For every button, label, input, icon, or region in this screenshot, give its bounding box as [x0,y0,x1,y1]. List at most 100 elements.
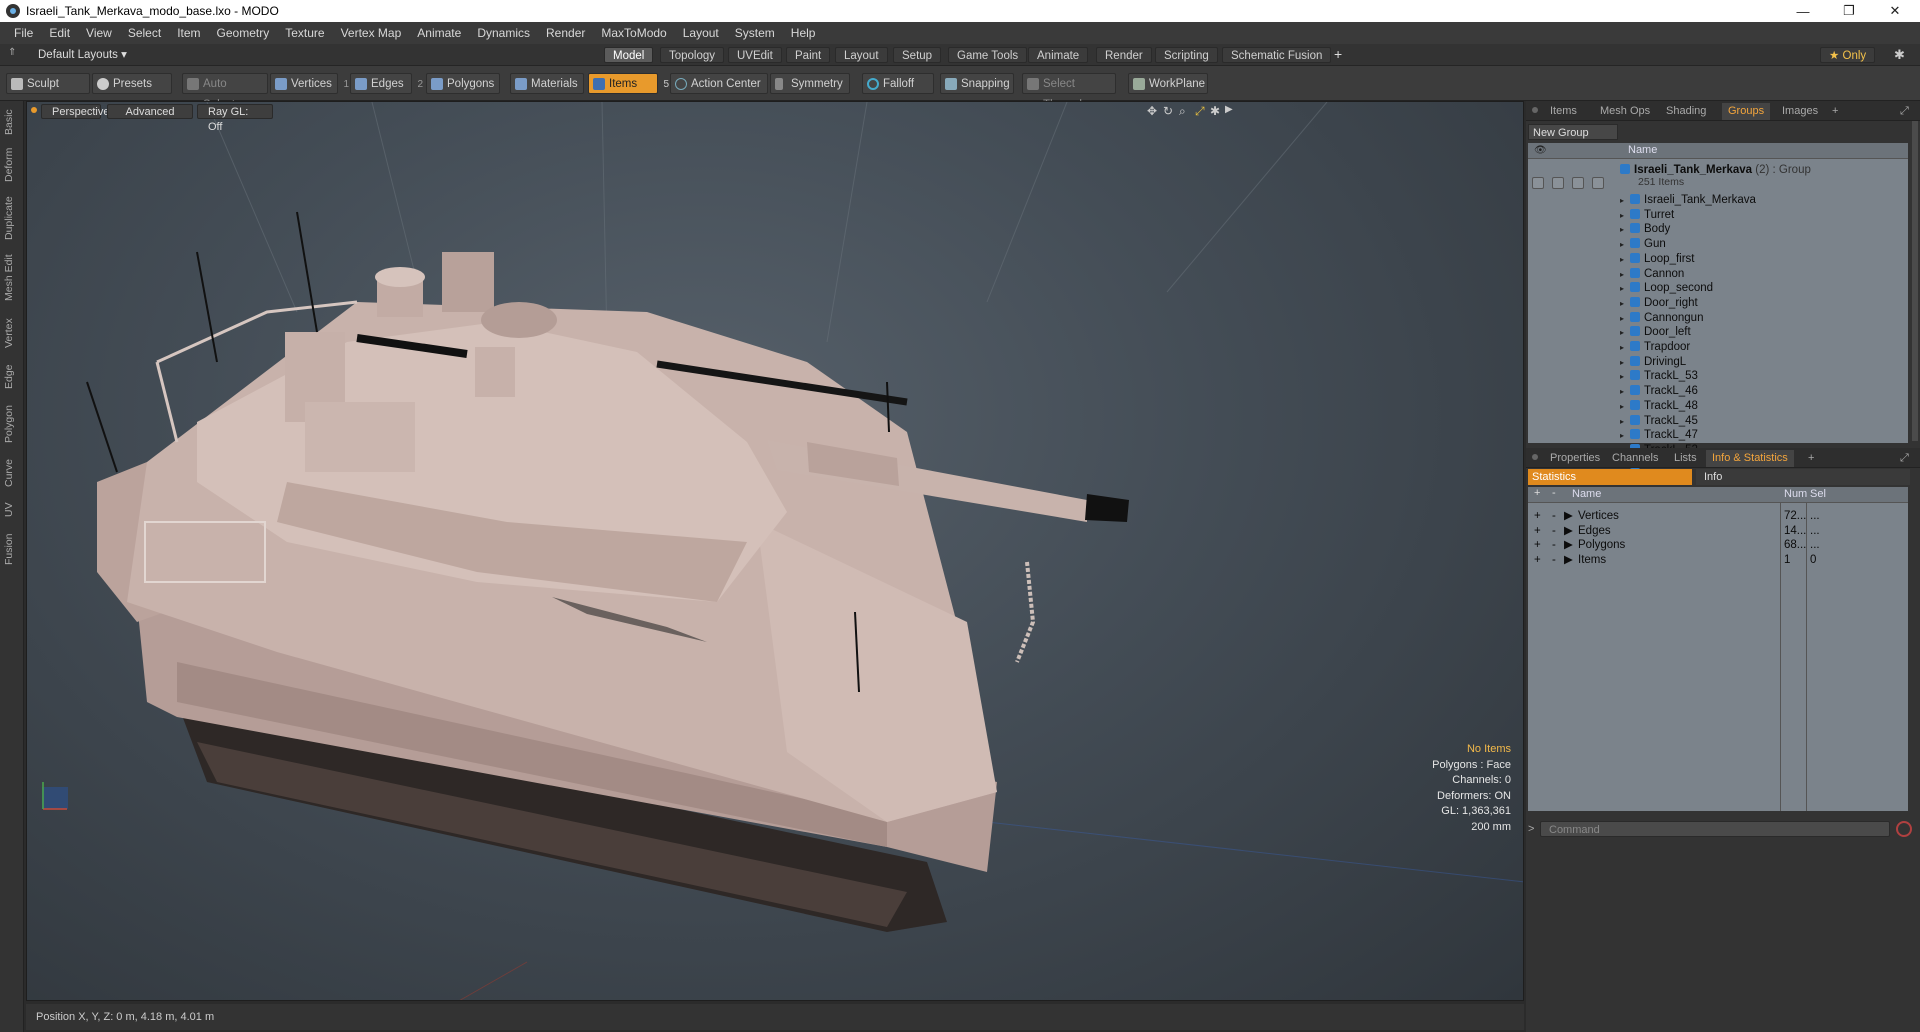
materials-button[interactable]: Materials [510,73,584,94]
statistics-tab[interactable]: Statistics [1528,469,1692,485]
symmetry-button[interactable]: Symmetry [770,73,850,94]
workplane-button[interactable]: WorkPlane [1128,73,1208,94]
group-select-toggle[interactable] [1592,177,1604,189]
collapse-all-icon[interactable]: - [1552,487,1556,499]
sculpt-button[interactable]: Sculpt [6,73,90,94]
add-info-tab-icon[interactable]: + [1802,450,1820,467]
snapping-button[interactable]: Snapping [940,73,1014,94]
pan-icon[interactable]: ✥ [1147,104,1157,118]
command-input[interactable]: Command [1540,821,1890,837]
new-group-button[interactable]: New Group [1528,124,1618,140]
vtab-deform[interactable]: Deform [3,145,21,185]
row-expand-icon[interactable]: + [1534,551,1541,569]
vtab-polygon[interactable]: Polygon [3,401,21,447]
tab-info-statistics[interactable]: Info & Statistics [1706,450,1794,467]
fit-icon[interactable]: ⤢ [1195,104,1205,119]
add-tab-icon[interactable]: + [1334,46,1342,62]
raygl-toggle[interactable]: Ray GL: Off [197,104,273,133]
statistics-list[interactable]: + - Name Num Sel + - ▶ Vertices 72...... + - ▶ E… [1528,487,1908,811]
vtab-edge[interactable]: Edge [3,361,21,393]
action-center-button[interactable]: Action Center [670,73,768,94]
vtab-uv[interactable]: UV [3,499,21,521]
minimize-icon[interactable]: — [1780,0,1826,22]
expand-all-icon[interactable]: + [1534,487,1540,499]
tab-items[interactable]: Items [1544,103,1583,120]
layouts-dropdown[interactable]: Default Layouts ▾ [38,47,127,63]
vtab-fusion[interactable]: Fusion [3,529,21,569]
3d-viewport[interactable]: Perspective Advanced Ray GL: Off ✥ ↻ ⌕ ⤢… [26,101,1524,1001]
menu-help[interactable]: Help [783,22,824,44]
close-icon[interactable]: ✕ [1872,0,1918,22]
menu-animate[interactable]: Animate [409,22,469,44]
vtab-curve[interactable]: Curve [3,455,21,491]
menu-system[interactable]: System [727,22,783,44]
vtab-duplicate[interactable]: Duplicate [3,193,21,243]
tab-lists[interactable]: Lists [1668,450,1703,467]
tab-animate[interactable]: Animate [1028,47,1089,63]
only-toggle[interactable]: ★ Only [1820,47,1876,63]
tab-images[interactable]: Images [1776,103,1824,120]
viewport-expand-icon[interactable]: ▶ [1225,104,1233,115]
gear-icon[interactable]: ✱ [1894,47,1905,63]
menu-view[interactable]: View [78,22,120,44]
info-panel-menu-icon[interactable] [1532,454,1538,460]
tab-mesh-ops[interactable]: Mesh Ops [1594,103,1656,120]
tab-schematic-fusion[interactable]: Schematic Fusion [1222,47,1332,63]
tab-uvedit[interactable]: UVEdit [728,47,782,63]
menu-item[interactable]: Item [169,22,208,44]
group-visibility-toggle[interactable] [1532,177,1544,189]
menu-edit[interactable]: Edit [41,22,78,44]
group-render-toggle[interactable] [1572,177,1584,189]
menu-texture[interactable]: Texture [277,22,332,44]
menu-render[interactable]: Render [538,22,593,44]
panel-expand-icon[interactable]: ⤢ [1894,103,1915,120]
panel-menu-icon[interactable] [1532,107,1538,113]
menu-select[interactable]: Select [120,22,169,44]
vtab-vertex[interactable]: Vertex [3,313,21,353]
rotate-icon[interactable]: ↻ [1163,104,1173,118]
info-tab[interactable]: Info [1696,469,1910,485]
vertices-button[interactable]: Vertices 1 [270,73,349,94]
menu-geometry[interactable]: Geometry [209,22,278,44]
tab-game-tools[interactable]: Game Tools [948,47,1028,63]
select-through-button[interactable]: Select Through [1022,73,1116,111]
tab-layout[interactable]: Layout [835,47,888,63]
menu-file[interactable]: File [6,22,41,44]
tab-topology[interactable]: Topology [660,47,725,63]
info-panel-expand-icon[interactable]: ⤢ [1894,450,1915,467]
tab-model[interactable]: Model [604,47,654,63]
tab-channels[interactable]: Channels [1606,450,1664,467]
menu-dynamics[interactable]: Dynamics [469,22,538,44]
tab-properties[interactable]: Properties [1544,450,1606,467]
tab-setup[interactable]: Setup [893,47,942,63]
shading-dropdown[interactable]: Advanced [107,104,193,119]
vtab-mesh-edit[interactable]: Mesh Edit [3,251,21,305]
menu-layout[interactable]: Layout [675,22,727,44]
tab-paint[interactable]: Paint [786,47,831,63]
layout-toggle-icon[interactable]: ⇑ [8,47,20,61]
perspective-dropdown[interactable]: Perspective [41,104,109,119]
tab-render[interactable]: Render [1096,47,1152,63]
falloff-button[interactable]: Falloff [862,73,934,94]
viewport-menu-icon[interactable] [31,107,37,113]
group-lock-toggle[interactable] [1552,177,1564,189]
menu-maxtomodo[interactable]: MaxToModo [593,22,674,44]
zoom-icon[interactable]: ⌕ [1179,104,1186,119]
edges-button[interactable]: Edges 2 [350,73,423,94]
vtab-basic[interactable]: Basic [3,105,21,139]
viewport-gear-icon[interactable]: ✱ [1210,104,1220,118]
tab-groups[interactable]: Groups [1722,103,1771,120]
groups-list[interactable]: 👁 Name Israeli_Tank_Merkava (2) : Group … [1528,143,1908,471]
maximize-icon[interactable]: ❐ [1826,0,1872,22]
add-panel-tab-icon[interactable]: + [1826,103,1844,120]
row-collapse-icon[interactable]: - [1552,551,1556,569]
polygons-button[interactable]: Polygons [426,73,500,94]
record-icon[interactable] [1896,821,1912,837]
auto-select-button[interactable]: Auto Select [182,73,268,111]
presets-button[interactable]: Presets F6 [92,73,172,111]
tab-scripting[interactable]: Scripting [1155,47,1218,63]
groups-scrollbar[interactable] [1912,121,1918,441]
menu-vertex-map[interactable]: Vertex Map [333,22,410,44]
row-arrow-icon[interactable]: ▶ [1564,551,1573,569]
tab-shading[interactable]: Shading [1660,103,1712,120]
